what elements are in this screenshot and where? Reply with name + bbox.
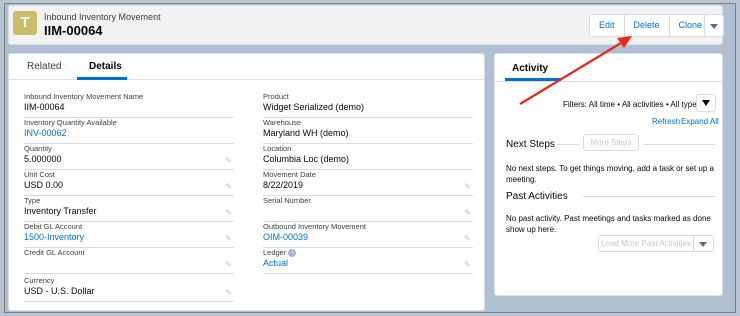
detail-field: Product Widget Serialized (demo) <box>263 92 473 118</box>
detail-field: Movement Date 8/22/2019 ✎ <box>263 170 473 196</box>
more-actions-chevron-down-icon[interactable] <box>704 14 724 37</box>
record-name: IIM-00064 <box>44 23 103 38</box>
load-more-chevron-down-icon[interactable] <box>694 235 714 252</box>
detail-field: Warehouse Maryland WH (demo) <box>263 118 473 144</box>
field-label: Currency <box>24 276 55 285</box>
detail-field: Location Columbia Loc (demo) <box>263 144 473 170</box>
field-label: Warehouse <box>263 118 302 127</box>
field-label: Serial Number <box>263 196 311 205</box>
filter-icon[interactable] <box>696 94 716 112</box>
pencil-icon[interactable]: ✎ <box>225 156 232 165</box>
tab-bar: Related Details <box>9 54 484 80</box>
tab-related[interactable]: Related <box>27 61 61 72</box>
pencil-icon[interactable]: ✎ <box>464 208 471 217</box>
detail-field: Debit GL Account 1500-Inventory ✎ <box>24 222 234 248</box>
refresh-link[interactable]: Refresh <box>652 117 680 126</box>
field-label: Location <box>263 144 292 153</box>
more-steps-button[interactable]: More Steps <box>583 134 639 151</box>
pencil-icon[interactable]: ✎ <box>464 182 471 191</box>
field-value: Maryland WH (demo) <box>263 128 349 138</box>
field-value[interactable]: Actual <box>263 258 288 268</box>
field-label: Unit Cost <box>24 170 55 179</box>
field-label: Product <box>263 92 289 101</box>
divider <box>583 196 715 197</box>
record-header: T Inbound Inventory Movement IIM-00064 E… <box>8 5 724 45</box>
field-value: 8/22/2019 <box>263 180 304 190</box>
pencil-icon[interactable]: ✎ <box>225 208 232 217</box>
field-label: Debit GL Account <box>24 222 83 231</box>
pencil-icon[interactable]: ✎ <box>225 288 232 297</box>
detail-field: Ledger i Actual ✎ <box>263 248 473 274</box>
next-steps-description: No next steps. To get things moving, add… <box>506 164 714 184</box>
next-steps-title: Next Steps <box>506 139 555 150</box>
detail-field: Type Inventory Transfer ✎ <box>24 196 234 222</box>
action-button-group: Edit Delete Clone <box>589 14 713 37</box>
info-icon[interactable]: i <box>288 249 297 258</box>
field-label: Ledger i <box>263 248 297 258</box>
detail-field: Inventory Quantity Available INV-00062 <box>24 118 234 144</box>
field-label: Inventory Quantity Available <box>24 118 117 127</box>
field-value: USD - U.S. Dollar <box>24 286 95 296</box>
field-value: IIM-00064 <box>24 102 65 112</box>
detail-field: Inbound Inventory Movement Name IIM-00064 <box>24 92 234 118</box>
field-value: Inventory Transfer <box>24 206 97 216</box>
edit-button[interactable]: Edit <box>590 15 625 36</box>
field-value[interactable]: OIM-00039 <box>263 232 308 242</box>
field-value: Columbia Loc (demo) <box>263 154 350 164</box>
object-type-label: Inbound Inventory Movement <box>44 12 161 22</box>
field-value[interactable]: 1500-Inventory <box>24 232 84 242</box>
field-value: USD 0.00 <box>24 180 64 190</box>
activity-panel: Activity Filters: All time • All activit… <box>494 53 723 296</box>
field-label: Movement Date <box>263 170 316 179</box>
field-value[interactable]: INV-00062 <box>24 128 67 138</box>
detail-field: Credit GL Account ✎ <box>24 248 234 274</box>
pencil-icon[interactable]: ✎ <box>225 182 232 191</box>
detail-field: Quantity 5.000000 ✎ <box>24 144 234 170</box>
detail-field: Currency USD - U.S. Dollar ✎ <box>24 276 234 302</box>
divider <box>495 81 722 82</box>
tab-activity[interactable]: Activity <box>512 63 548 74</box>
past-activities-description: No past activity. Past meetings and task… <box>506 214 711 234</box>
divider <box>643 144 715 145</box>
detail-field: Serial Number ✎ <box>263 196 473 222</box>
field-label: Outbound Inventory Movement <box>263 222 366 231</box>
delete-button[interactable]: Delete <box>624 15 670 36</box>
past-activities-title: Past Activities <box>506 191 568 202</box>
details-panel: Related Details Inbound Inventory Moveme… <box>8 53 485 311</box>
field-label: Inbound Inventory Movement Name <box>24 92 144 101</box>
load-more-button[interactable]: Load More Past Activities <box>598 235 694 252</box>
filters-summary: Filters: All time • All activities • All… <box>563 100 701 109</box>
pencil-icon[interactable]: ✎ <box>464 260 471 269</box>
pencil-icon[interactable]: ✎ <box>464 234 471 243</box>
field-label: Type <box>24 196 41 205</box>
field-label: Quantity <box>24 144 52 153</box>
field-value: Widget Serialized (demo) <box>263 102 365 112</box>
tab-details[interactable]: Details <box>89 61 122 72</box>
expand-all-link[interactable]: Expand All <box>681 117 719 126</box>
field-label: Credit GL Account <box>24 248 85 257</box>
pencil-icon[interactable]: ✎ <box>225 234 232 243</box>
object-icon: T <box>13 11 37 35</box>
field-value: 5.000000 <box>24 154 62 164</box>
active-tab-indicator <box>77 77 127 80</box>
detail-field: Outbound Inventory Movement OIM-00039 ✎ <box>263 222 473 248</box>
divider <box>557 144 579 145</box>
detail-field: Unit Cost USD 0.00 ✎ <box>24 170 234 196</box>
pencil-icon[interactable]: ✎ <box>225 260 232 269</box>
